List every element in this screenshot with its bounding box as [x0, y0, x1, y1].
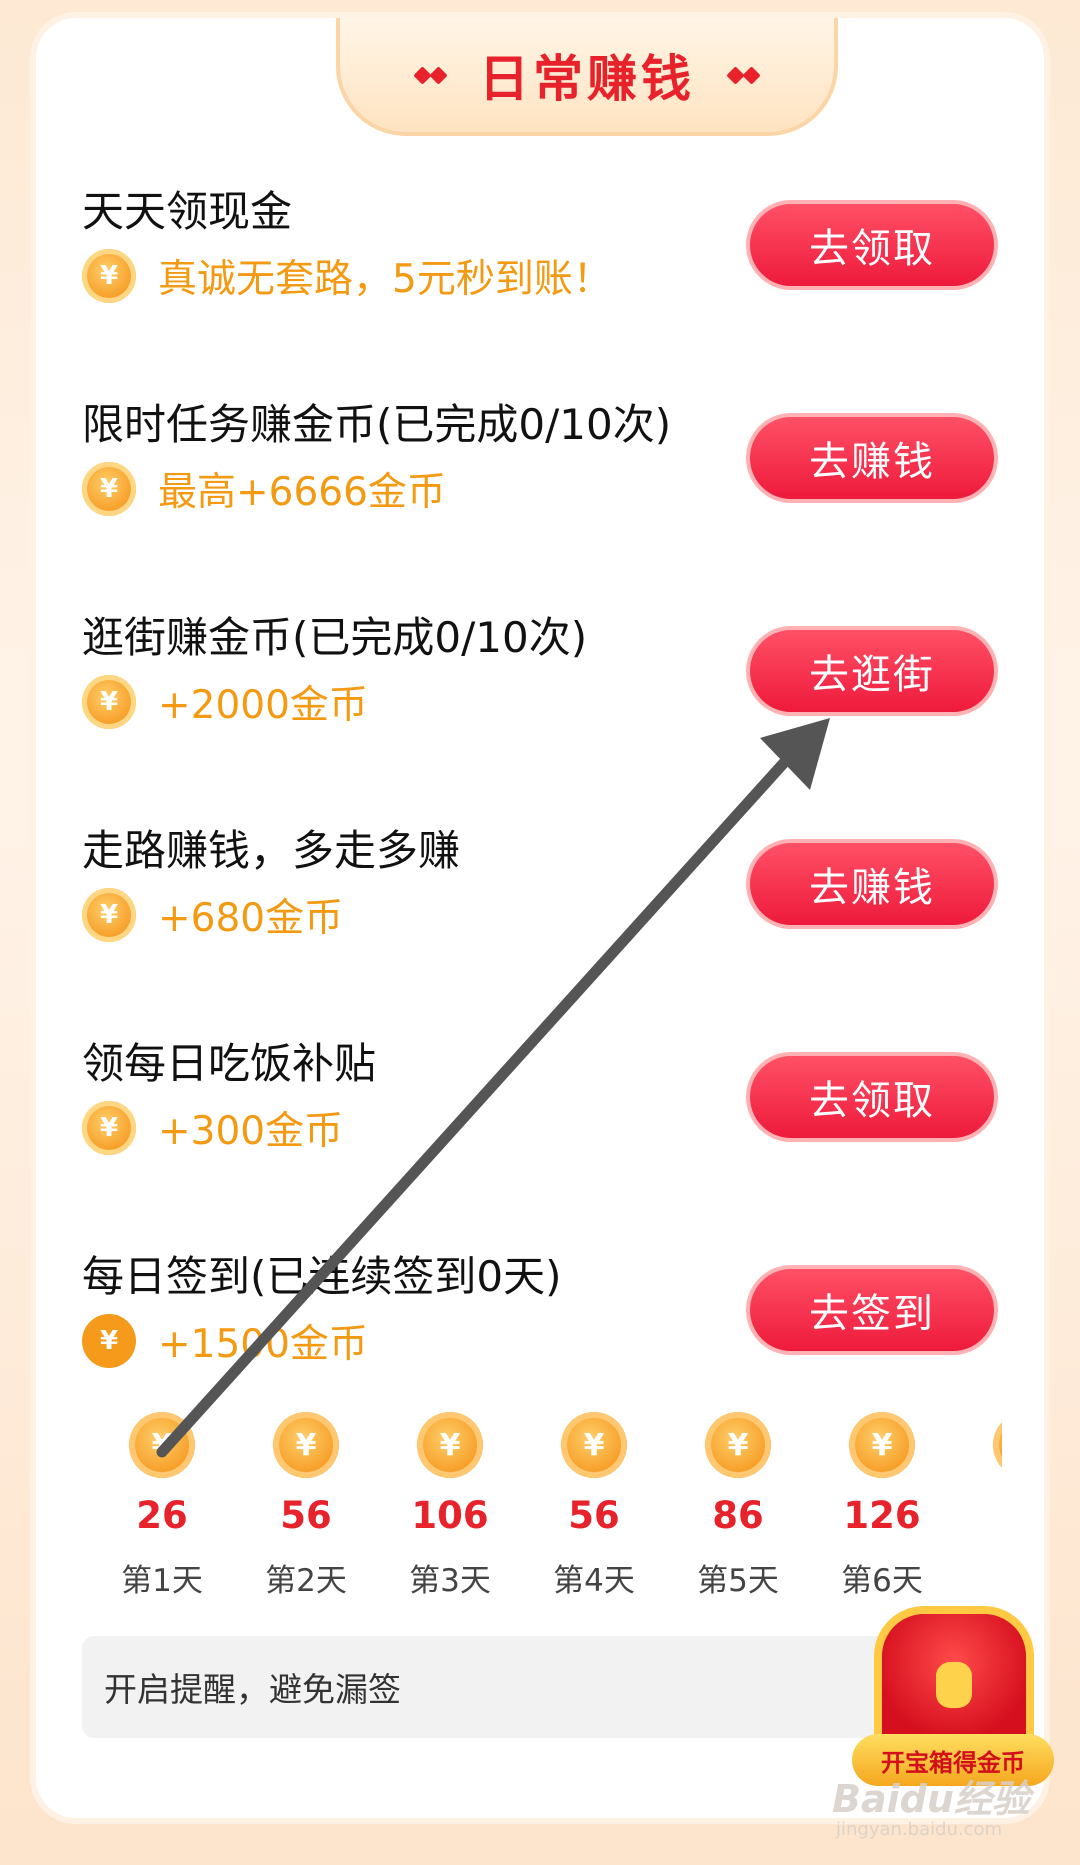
- checkin-day: ¥ 106 第3天: [378, 1412, 522, 1600]
- coin-yen-icon: ¥: [82, 1314, 136, 1368]
- coin-yen-icon: ¥: [129, 1412, 195, 1478]
- reward-text: +300金币: [158, 1109, 344, 1154]
- coin-yen-icon: ¥: [849, 1412, 915, 1478]
- browse-shop-button[interactable]: 去逛街: [746, 626, 998, 716]
- task-reward: ¥ +2000金币: [82, 674, 368, 730]
- chest-lock-icon: [936, 1662, 972, 1708]
- task-row: 每日签到(已连续签到0天) ¥ +1500金币 去签到: [82, 1243, 1002, 1393]
- task-row: 走路赚钱，多走多赚 ¥ +680金币 去赚钱: [82, 817, 1002, 967]
- day-label: 第2天: [265, 1563, 347, 1599]
- meal-subsidy-button[interactable]: 去领取: [746, 1052, 998, 1142]
- task-title: 走路赚钱，多走多赚: [82, 826, 461, 875]
- task-reward: ¥ 真诚无套路，5元秒到账！: [82, 248, 612, 304]
- claim-cash-button[interactable]: 去领取: [746, 200, 998, 290]
- day-amount: 26: [136, 1494, 188, 1537]
- watermark-brand: Baidu经验: [832, 1777, 1030, 1821]
- task-row: 限时任务赚金币(已完成0/10次) ¥ 最高+6666金币 去赚钱: [82, 391, 1002, 541]
- right-decoration-icon: [726, 65, 761, 85]
- day-amount: 106: [411, 1494, 489, 1537]
- task-row: 领每日吃饭补贴 ¥ +300金币 去领取: [82, 1030, 1002, 1180]
- coin-yen-icon: ¥: [82, 675, 136, 729]
- task-title: 限时任务赚金币(已完成0/10次): [82, 400, 672, 449]
- checkin-day: ¥ 56 第4天: [522, 1412, 666, 1600]
- reward-text: +1500金币: [158, 1322, 368, 1367]
- coin-yen-icon: ¥: [82, 888, 136, 942]
- limited-task-earn-button[interactable]: 去赚钱: [746, 413, 998, 503]
- task-row: 逛街赚金币(已完成0/10次) ¥ +2000金币 去逛街: [82, 604, 1002, 754]
- walk-earn-button[interactable]: 去赚钱: [746, 839, 998, 929]
- section-title: 日常赚钱: [479, 50, 695, 108]
- task-row: 天天领现金 ¥ 真诚无套路，5元秒到账！ 去领取: [82, 178, 1002, 328]
- checkin-day: ¥ 第: [954, 1412, 1002, 1541]
- coin-yen-icon: ¥: [561, 1412, 627, 1478]
- reminder-text: 开启提醒，避免漏签: [104, 1670, 401, 1709]
- reward-text: +680金币: [158, 896, 344, 941]
- coin-yen-icon: ¥: [82, 462, 136, 516]
- watermark-url: jingyan.baidu.com: [836, 1819, 1003, 1840]
- day-amount: 56: [568, 1494, 620, 1537]
- checkin-day: ¥ 126 第6天: [810, 1412, 954, 1600]
- baidu-watermark: Baidu经验 jingyan.baidu.com: [832, 1768, 1052, 1840]
- coin-yen-icon: ¥: [82, 1101, 136, 1155]
- task-title: 领每日吃饭补贴: [82, 1039, 377, 1088]
- day-label: 第: [954, 1496, 1002, 1541]
- task-reward: ¥ 最高+6666金币: [82, 461, 446, 517]
- section-header: 日常赚钱: [336, 18, 838, 136]
- task-title: 天天领现金: [82, 187, 293, 236]
- day-amount: 126: [843, 1494, 921, 1537]
- reward-text: 真诚无套路，5元秒到账！: [158, 257, 612, 302]
- task-reward: ¥ +680金币: [82, 887, 343, 943]
- day-label: 第5天: [697, 1563, 779, 1599]
- coin-yen-icon: ¥: [273, 1412, 339, 1478]
- coin-yen-icon: ¥: [993, 1412, 1002, 1478]
- checkin-days-strip[interactable]: ¥ 26 第1天 ¥ 56 第2天 ¥ 106 第3天 ¥ 56 第4天 ¥ 8…: [90, 1412, 1002, 1602]
- day-label: 第4天: [553, 1563, 635, 1599]
- day-label: 第1天: [121, 1563, 203, 1599]
- coin-yen-icon: ¥: [82, 249, 136, 303]
- reward-text: 最高+6666金币: [158, 470, 446, 515]
- task-title: 每日签到(已连续签到0天): [82, 1252, 562, 1301]
- task-title: 逛街赚金币(已完成0/10次): [82, 613, 588, 662]
- day-label: 第6天: [841, 1563, 923, 1599]
- reward-text: +2000金币: [158, 683, 368, 728]
- checkin-button[interactable]: 去签到: [746, 1265, 998, 1355]
- checkin-day: ¥ 56 第2天: [234, 1412, 378, 1600]
- checkin-day: ¥ 86 第5天: [666, 1412, 810, 1600]
- coin-yen-icon: ¥: [705, 1412, 771, 1478]
- left-decoration-icon: [413, 65, 448, 85]
- enable-reminder-bar[interactable]: 开启提醒，避免漏签: [82, 1636, 982, 1738]
- task-reward: ¥ +300金币: [82, 1100, 343, 1156]
- coin-yen-icon: ¥: [417, 1412, 483, 1478]
- day-amount: 56: [280, 1494, 332, 1537]
- day-amount: 86: [712, 1494, 764, 1537]
- day-label: 第3天: [409, 1563, 491, 1599]
- checkin-day: ¥ 26 第1天: [90, 1412, 234, 1600]
- task-reward: ¥ +1500金币: [82, 1313, 368, 1369]
